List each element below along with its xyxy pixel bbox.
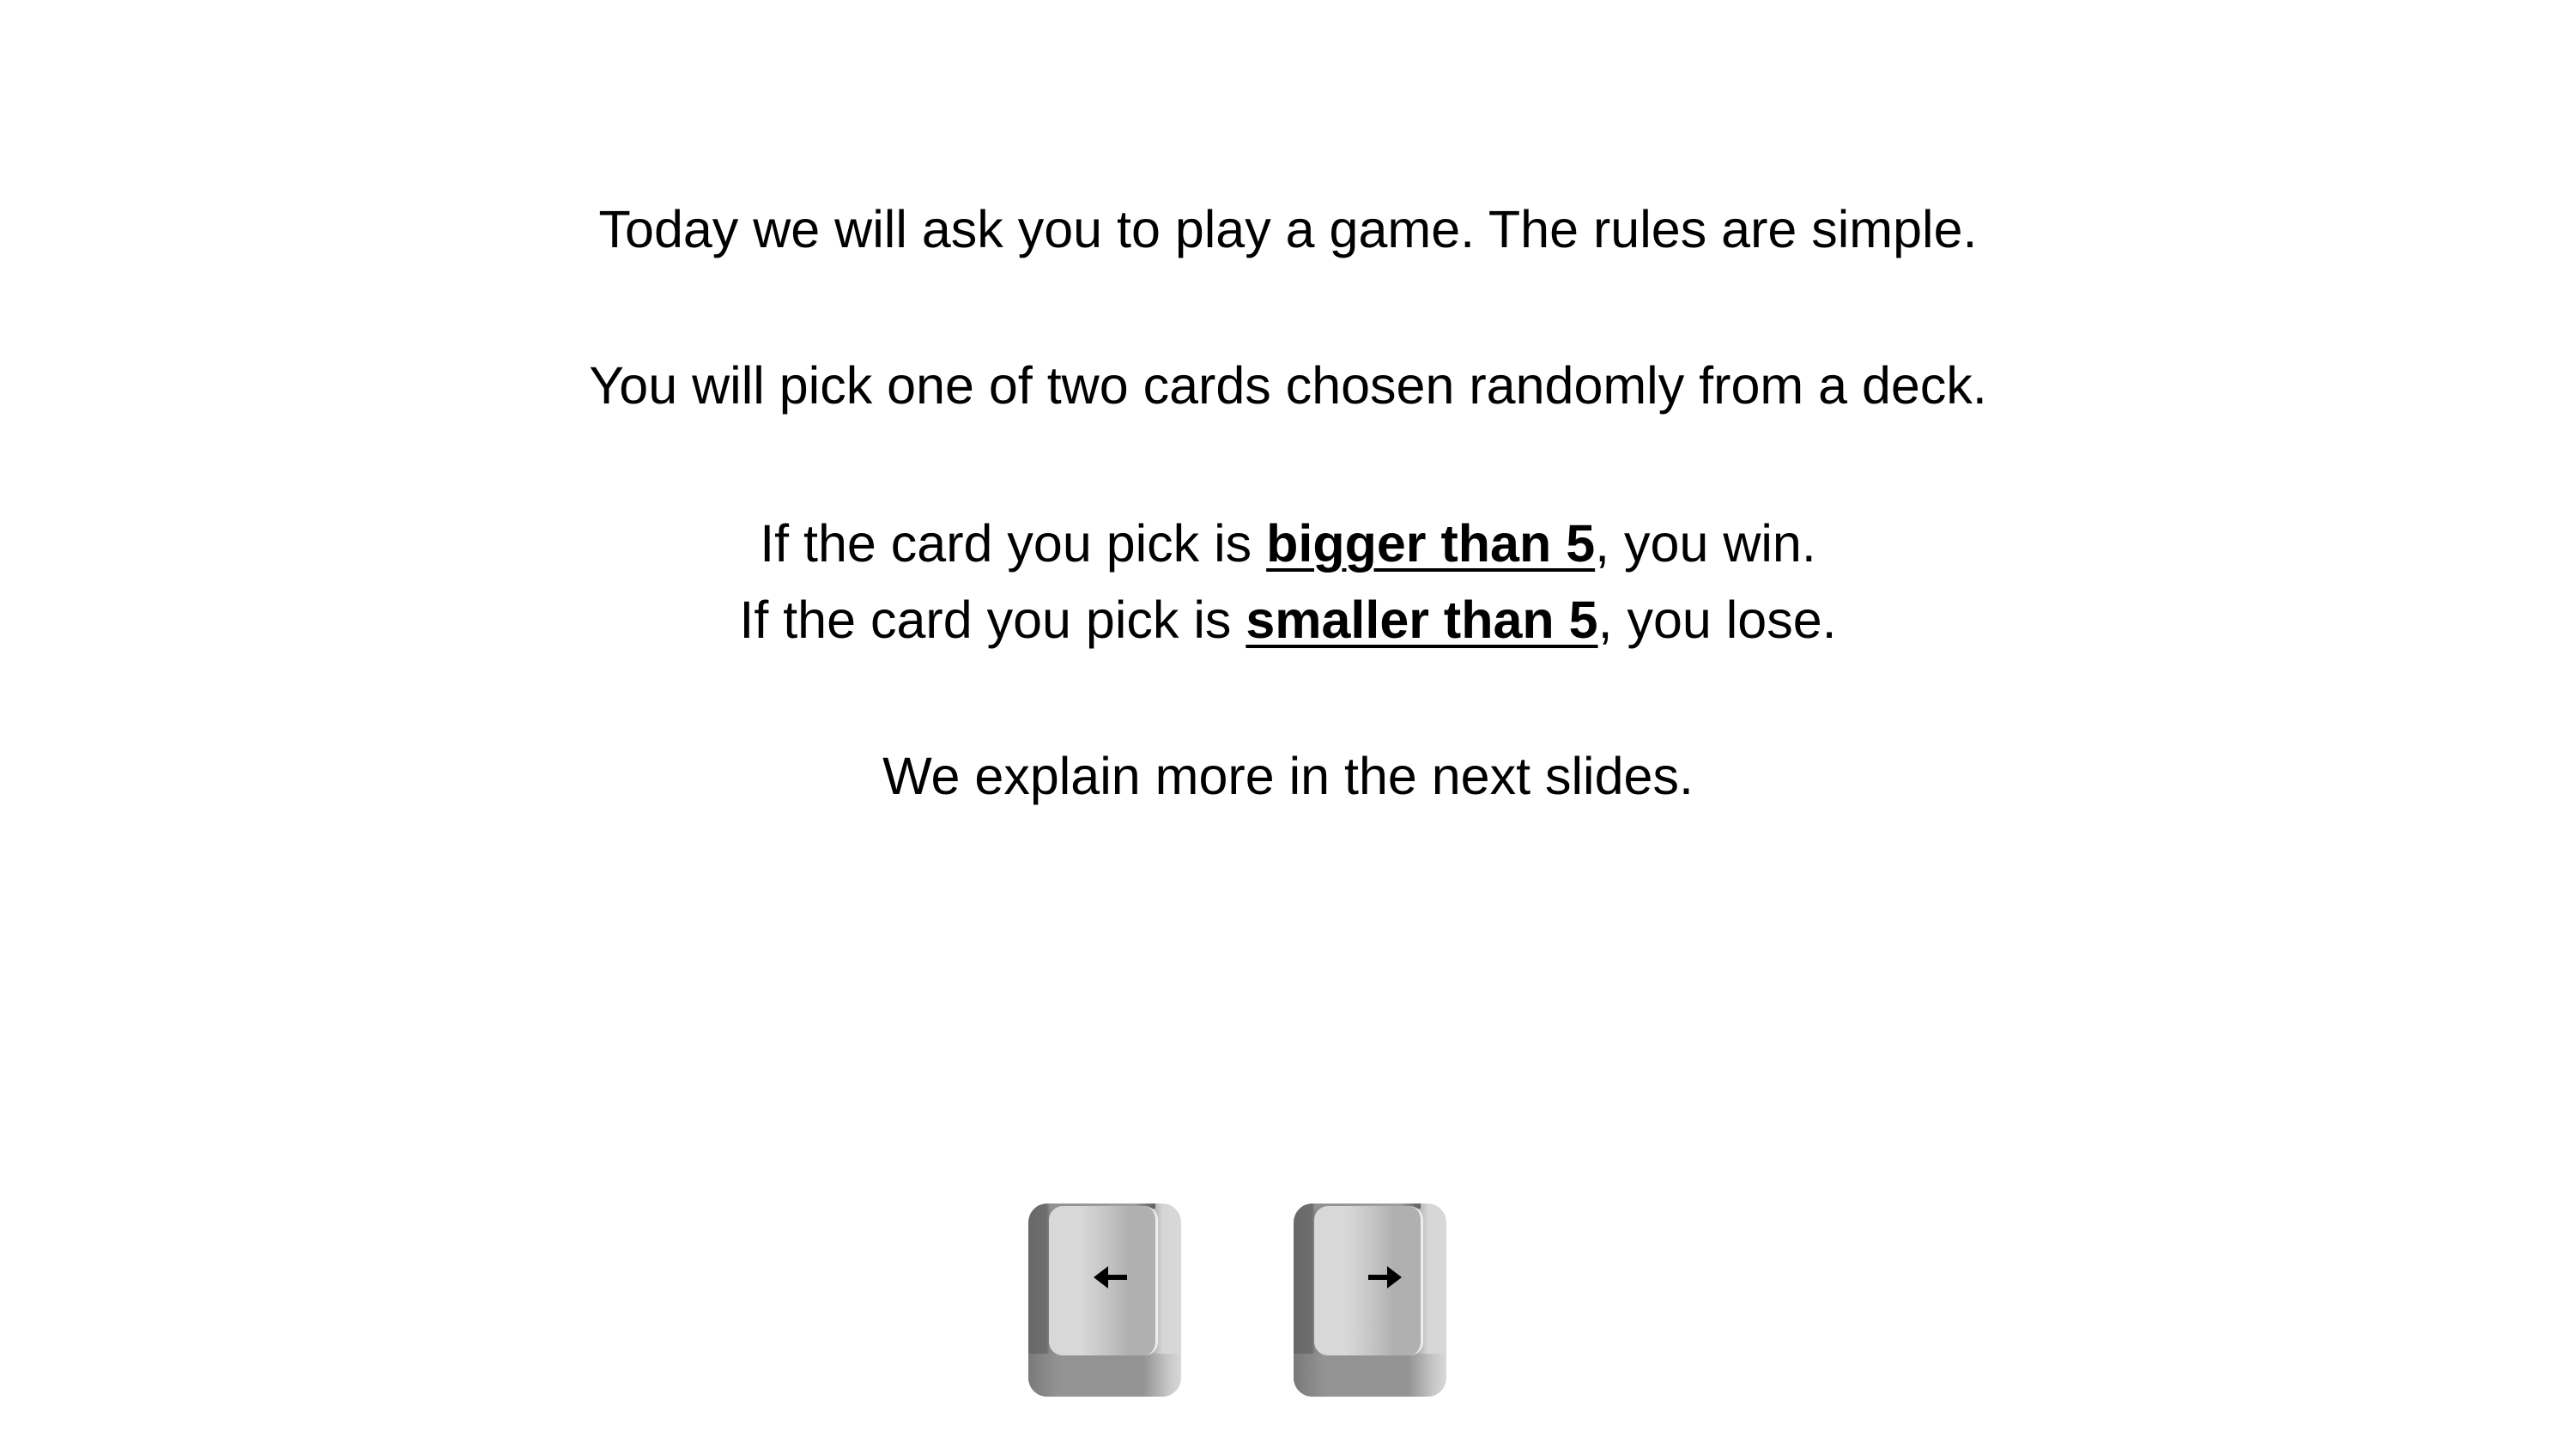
- lose-rule-post: , you lose.: [1597, 591, 1837, 649]
- next-slides-text: We explain more in the next slides.: [882, 747, 1694, 805]
- arrow-right-icon: [1368, 1266, 1402, 1288]
- left-arrow-key[interactable]: [1028, 1203, 1181, 1397]
- win-rule-emphasis: bigger than 5: [1266, 514, 1596, 573]
- deck-text: You will pick one of two cards chosen ra…: [589, 356, 1987, 415]
- intro-text: Today we will ask you to play a game. Th…: [598, 200, 1978, 258]
- right-arrow-key[interactable]: [1294, 1203, 1446, 1397]
- win-rule: If the card you pick is bigger than 5, y…: [0, 509, 2576, 578]
- key-face: [1314, 1206, 1423, 1355]
- key-bottom-edge: [1028, 1354, 1181, 1397]
- key-bottom-edge: [1294, 1354, 1446, 1397]
- lose-rule: If the card you pick is smaller than 5, …: [0, 585, 2576, 654]
- lose-rule-emphasis: smaller than 5: [1246, 591, 1598, 649]
- win-rule-pre: If the card you pick is: [760, 514, 1267, 573]
- win-rule-post: , you win.: [1595, 514, 1816, 573]
- key-face: [1049, 1206, 1158, 1355]
- lose-rule-pre: If the card you pick is: [739, 591, 1246, 649]
- arrow-left-icon: [1094, 1266, 1127, 1288]
